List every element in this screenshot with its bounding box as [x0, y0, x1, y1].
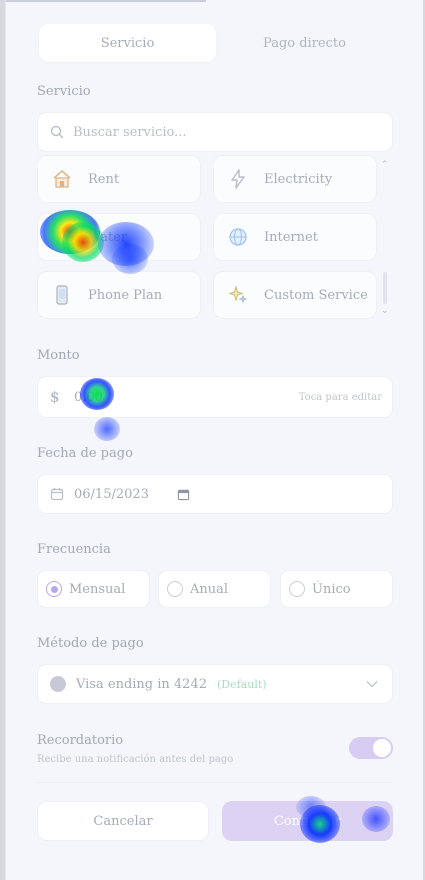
currency-symbol: $ [50, 388, 60, 406]
water-drop-icon [50, 225, 74, 249]
confirm-button[interactable]: Confirmar [222, 801, 393, 841]
calendar-icon [50, 488, 64, 501]
lightning-icon [226, 167, 250, 191]
cancel-button[interactable]: Cancelar [37, 801, 209, 841]
frequency-option-label: Mensual [69, 581, 126, 597]
service-item-electricity[interactable]: Electricity [213, 155, 377, 203]
amount-input[interactable]: $ 0.00 Toca para editar [37, 376, 393, 418]
service-scrollbar[interactable]: ⌃ ⌄ [380, 160, 390, 318]
service-item-label: Custom Service [264, 287, 368, 303]
radio-unselected-icon [167, 581, 183, 597]
chevron-down-icon [366, 681, 378, 688]
payment-date-input[interactable]: 06/15/2023 [37, 474, 393, 514]
service-item-label: Phone Plan [88, 287, 163, 303]
payment-form-sheet: Servicio Pago directo Servicio Buscar se… [5, 0, 423, 880]
scrollbar-thumb[interactable] [383, 272, 387, 304]
footer-divider [37, 782, 393, 783]
house-icon [50, 167, 74, 191]
tab-pago-directo[interactable]: Pago directo [216, 24, 393, 62]
search-icon [50, 125, 64, 139]
service-section-label: Servicio [37, 84, 91, 99]
phone-icon [50, 283, 74, 307]
default-badge: (Default) [217, 677, 267, 691]
calendar-picker-icon[interactable] [177, 488, 190, 501]
service-item-label: Electricity [264, 171, 333, 187]
service-item-label: Water [88, 229, 128, 245]
service-search-input[interactable]: Buscar servicio... [37, 112, 393, 152]
card-icon [50, 676, 66, 692]
frequency-option-anual[interactable]: Anual [158, 570, 271, 608]
frequency-option-unico[interactable]: Único [280, 570, 393, 608]
service-item-water[interactable]: Water [37, 213, 201, 261]
amount-value: 0.00 [74, 389, 103, 405]
amount-section-label: Monto [37, 348, 80, 363]
globe-icon [226, 225, 250, 249]
reminder-toggle[interactable] [349, 737, 393, 759]
radio-selected-icon [46, 581, 62, 597]
radio-unselected-icon [289, 581, 305, 597]
service-item-rent[interactable]: Rent [37, 155, 201, 203]
top-divider [6, 0, 206, 2]
date-section-label: Fecha de pago [37, 446, 133, 461]
amount-edit-hint: Toca para editar [298, 391, 382, 403]
frequency-option-label: Anual [190, 581, 229, 597]
frequency-option-mensual[interactable]: Mensual [37, 570, 150, 608]
reminder-title: Recordatorio [37, 733, 124, 748]
payment-method-section-label: Método de pago [37, 636, 144, 651]
sparkles-icon [226, 283, 250, 307]
payment-date-value: 06/15/2023 [74, 486, 149, 502]
service-item-label: Rent [88, 171, 120, 187]
service-item-custom-service[interactable]: Custom Service [213, 271, 377, 319]
chevron-down-icon[interactable]: ⌄ [381, 306, 389, 316]
mode-tabs: Servicio Pago directo [39, 24, 393, 62]
frequency-option-label: Único [312, 581, 351, 597]
reminder-subtitle: Recibe una notificación antes del pago [37, 754, 234, 765]
payment-method-value: Visa ending in 4242 [76, 676, 207, 692]
service-item-phone-plan[interactable]: Phone Plan [37, 271, 201, 319]
service-item-internet[interactable]: Internet [213, 213, 377, 261]
toggle-knob [373, 739, 391, 757]
frequency-section-label: Frecuencia [37, 542, 111, 557]
service-item-label: Internet [264, 229, 318, 245]
payment-method-select[interactable]: Visa ending in 4242 (Default) [37, 664, 393, 704]
search-placeholder: Buscar servicio... [73, 124, 187, 140]
service-grid: Rent Electricity Water Internet Phone Pl… [37, 155, 377, 323]
tab-servicio[interactable]: Servicio [39, 24, 216, 62]
chevron-up-icon[interactable]: ⌃ [381, 160, 389, 170]
